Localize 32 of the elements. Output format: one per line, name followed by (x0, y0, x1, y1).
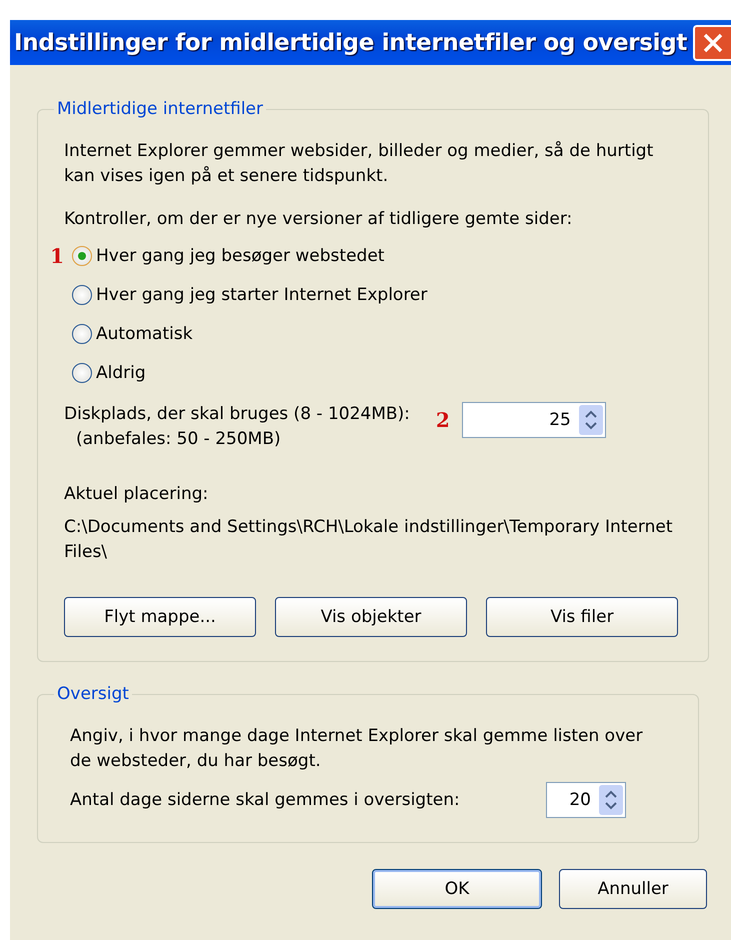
radio-button[interactable] (72, 362, 92, 382)
spin-arrows-icon[interactable] (604, 789, 618, 811)
disk-space-hint: (anbefales: 50 - 250MB) (76, 428, 282, 451)
days-label: Antal dage siderne skal gemmes i oversigten: (70, 790, 461, 810)
close-icon (702, 32, 724, 54)
radio-button[interactable] (72, 246, 92, 266)
action-button[interactable]: Vis objekter (275, 597, 467, 637)
description-text: Internet Explorer gemmer websider, billeder og medier, så de hurtigt kan vises igen på et senere tidspunkt. (64, 140, 654, 188)
days-spinbox[interactable]: 20 (546, 782, 626, 818)
disk-space-label: Diskplads, der skal bruges (8 - 1024MB): (64, 403, 410, 426)
radio-label[interactable]: Automatisk (96, 324, 193, 344)
radio-button[interactable] (72, 284, 92, 304)
radio-label[interactable]: Hver gang jeg starter Internet Explorer (96, 284, 428, 304)
annotation-marker: 2 (436, 408, 450, 432)
group-legend: Oversigt (54, 684, 132, 704)
radio-label[interactable]: Aldrig (96, 362, 146, 382)
spin-arrows-icon[interactable] (584, 409, 598, 431)
location-label: Aktuel placering: (64, 483, 210, 506)
dialog-button[interactable]: Annuller (559, 869, 707, 909)
window-title: Indstillinger for midlertidige internetfiler og oversigt (14, 30, 688, 56)
dialog-button[interactable]: OK (372, 869, 542, 909)
option-heading: Kontroller, om der er nye versioner af tidligere gemte sider: (64, 208, 574, 231)
radio-label[interactable]: Hver gang jeg besøger webstedet (96, 246, 384, 266)
description-text: Angiv, i hvor mange dage Internet Explorer skal gemme listen over de websteder, du har besøgt. (70, 725, 644, 773)
action-button[interactable]: Flyt mappe... (64, 597, 256, 637)
radio-button[interactable] (72, 324, 92, 344)
action-button[interactable]: Vis filer (486, 597, 678, 637)
disk-space-spinbox[interactable]: 25 (462, 402, 606, 438)
group-legend: Midlertidige internetfiler (54, 99, 266, 119)
close-button[interactable] (693, 24, 731, 60)
location-path: C:\Documents and Settings\RCH\Lokale indstillinger\Temporary Internet Files\ (64, 516, 674, 564)
annotation-marker: 1 (50, 244, 64, 268)
